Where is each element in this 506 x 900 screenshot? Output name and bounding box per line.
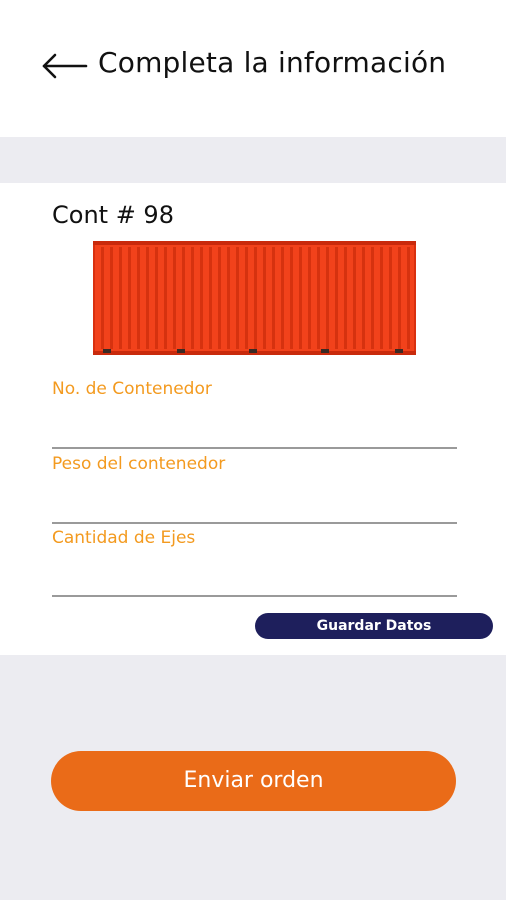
arrow-left-icon: [42, 53, 88, 79]
container-rib: [119, 247, 122, 349]
container-rib: [344, 247, 347, 349]
container-rib: [371, 247, 374, 349]
container-rib: [335, 247, 338, 349]
container-rib: [164, 247, 167, 349]
container-rib: [272, 247, 275, 349]
container-rib: [290, 247, 293, 349]
top-bar: Completa la información: [0, 0, 506, 137]
container-rib: [227, 247, 230, 349]
container-rib: [353, 247, 356, 349]
container-rib: [200, 247, 203, 349]
container-rib: [407, 247, 410, 349]
axle-count-label: Cantidad de Ejes: [52, 528, 196, 548]
container-weight-underline: [52, 522, 457, 524]
container-rib: [182, 247, 185, 349]
container-title: Cont # 98: [52, 201, 174, 229]
container-rib: [191, 247, 194, 349]
page-title: Completa la información: [98, 46, 447, 79]
send-order-button[interactable]: Enviar orden: [51, 751, 456, 811]
container-rib: [308, 247, 311, 349]
container-rib: [254, 247, 257, 349]
container-rib: [317, 247, 320, 349]
container-rib: [146, 247, 149, 349]
back-button[interactable]: [40, 52, 88, 80]
container-number-input[interactable]: [52, 411, 457, 445]
container-rib: [128, 247, 131, 349]
container-weight-label: Peso del contenedor: [52, 454, 226, 474]
container-rib: [155, 247, 158, 349]
container-rib: [137, 247, 140, 349]
axle-count-underline: [52, 595, 457, 597]
container-rib: [101, 247, 104, 349]
container-rib: [173, 247, 176, 349]
container-rib: [236, 247, 239, 349]
axle-count-input[interactable]: [52, 560, 457, 594]
container-rib: [380, 247, 383, 349]
container-rib: [263, 247, 266, 349]
container-rib: [389, 247, 392, 349]
container-rib: [281, 247, 284, 349]
container-weight-input[interactable]: [52, 486, 457, 520]
shipping-container-image: [93, 241, 416, 355]
container-form-card: Cont # 98 No. de Contenedor Peso del con…: [0, 183, 506, 655]
container-rib: [299, 247, 302, 349]
container-rib: [218, 247, 221, 349]
container-number-underline: [52, 447, 457, 449]
container-rib: [209, 247, 212, 349]
container-rib: [398, 247, 401, 349]
save-data-button[interactable]: Guardar Datos: [255, 613, 493, 639]
container-rib: [110, 247, 113, 349]
container-rib: [326, 247, 329, 349]
container-rib: [362, 247, 365, 349]
container-number-label: No. de Contenedor: [52, 379, 212, 399]
container-rib: [245, 247, 248, 349]
